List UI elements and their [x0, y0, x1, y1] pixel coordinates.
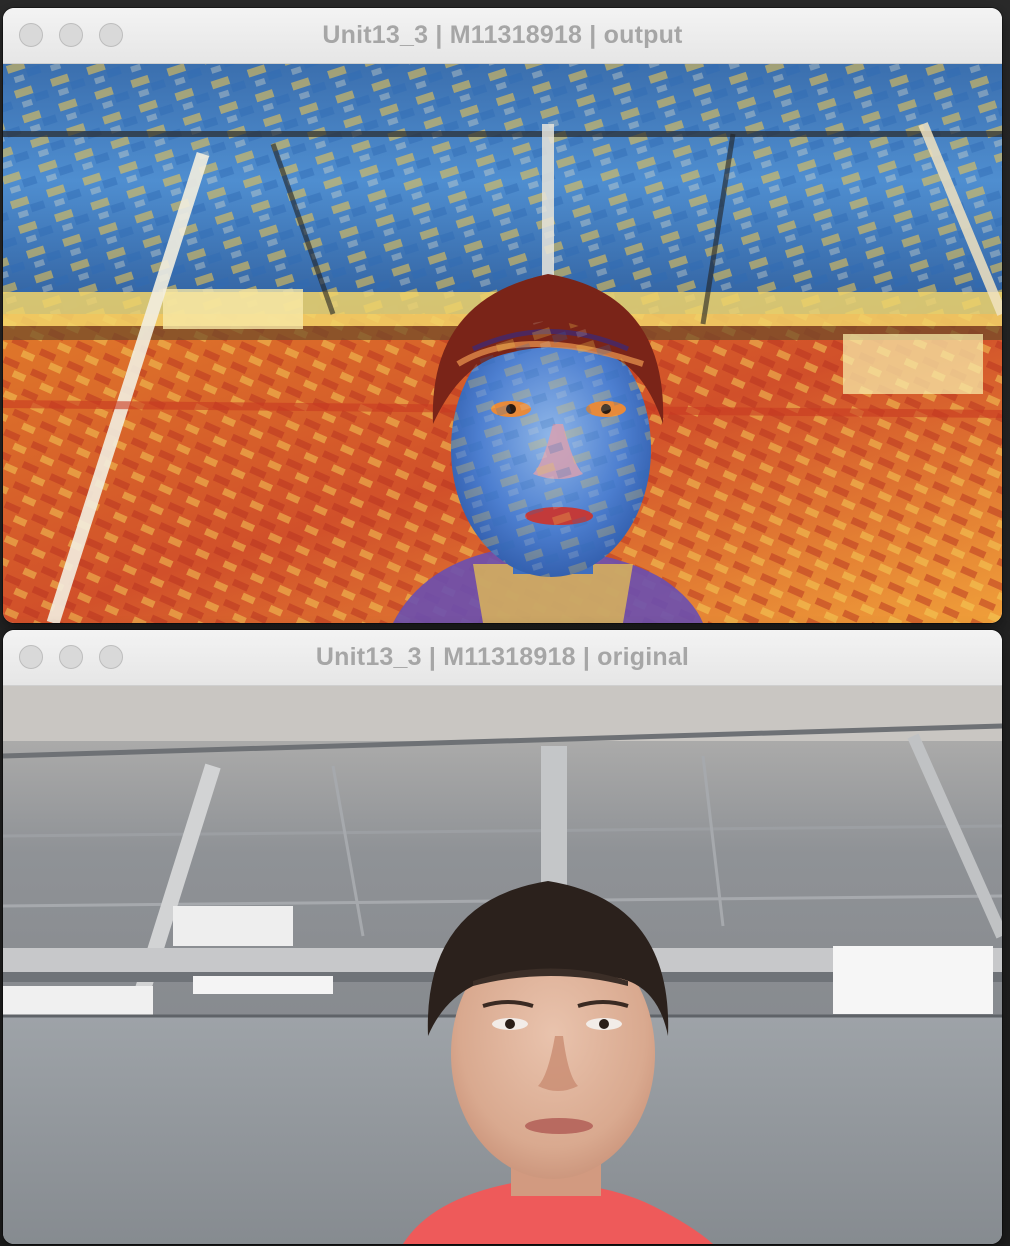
minimize-button[interactable]	[59, 645, 83, 669]
close-button[interactable]	[19, 23, 43, 47]
zoom-button[interactable]	[99, 23, 123, 47]
close-button[interactable]	[19, 645, 43, 669]
original-titlebar[interactable]: Unit13_3 | M11318918 | original	[3, 630, 1002, 686]
original-window[interactable]: Unit13_3 | M11318918 | original	[3, 630, 1002, 1244]
original-image	[3, 686, 1002, 1244]
window-title: Unit13_3 | M11318918 | output	[322, 21, 683, 49]
output-titlebar[interactable]: Unit13_3 | M11318918 | output	[3, 8, 1002, 64]
output-image	[3, 64, 1002, 623]
minimize-button[interactable]	[59, 23, 83, 47]
desktop: Unit13_3 | M11318918 | output Unit13_3 |…	[0, 0, 1010, 1246]
webcam-scene	[3, 686, 1002, 1244]
output-window[interactable]: Unit13_3 | M11318918 | output	[3, 8, 1002, 623]
window-controls	[19, 23, 123, 47]
window-controls	[19, 645, 123, 669]
window-title: Unit13_3 | M11318918 | original	[315, 643, 690, 671]
zoom-button[interactable]	[99, 645, 123, 669]
stylized-scene	[3, 64, 1002, 623]
